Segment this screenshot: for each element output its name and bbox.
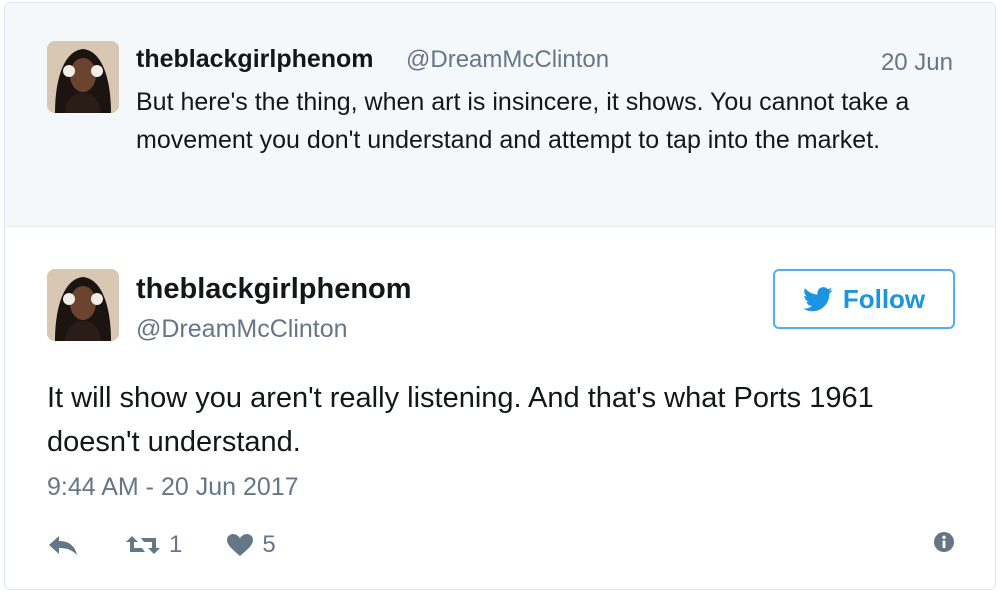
parent-tweet-text: But here's the thing, when art is insinc…	[136, 88, 910, 154]
tweet-actions: 1 5	[47, 527, 276, 563]
parent-handle[interactable]: @DreamMcClinton	[406, 46, 609, 74]
embedded-tweet-card: theblackgirlphenom @DreamMcClinton 20 Ju…	[4, 2, 996, 590]
reply-icon	[47, 533, 79, 557]
retweet-count: 1	[169, 531, 183, 558]
follow-button-label: Follow	[842, 283, 926, 314]
retweet-button[interactable]: 1	[117, 531, 182, 559]
parent-display-name[interactable]: theblackgirlphenom	[136, 45, 374, 74]
parent-date[interactable]: 20 Jun	[881, 49, 953, 77]
info-icon[interactable]	[933, 531, 955, 558]
reply-button[interactable]	[47, 533, 79, 557]
author-display-name[interactable]: theblackgirlphenom	[136, 273, 412, 306]
like-button[interactable]: 5	[218, 531, 276, 559]
author-handle[interactable]: @DreamMcClinton	[136, 315, 348, 344]
avatar[interactable]	[47, 269, 119, 341]
tweet-timestamp[interactable]: 9:44 AM - 20 Jun 2017	[47, 473, 299, 502]
heart-icon	[226, 533, 254, 557]
retweet-icon	[125, 533, 161, 557]
parent-tweet[interactable]: theblackgirlphenom @DreamMcClinton 20 Ju…	[5, 3, 995, 227]
follow-button[interactable]: Follow	[773, 269, 955, 329]
avatar[interactable]	[47, 41, 119, 113]
like-count: 5	[262, 531, 276, 558]
tweet-text: It will show you aren't really listening…	[47, 382, 874, 458]
twitter-bird-icon	[802, 286, 833, 312]
